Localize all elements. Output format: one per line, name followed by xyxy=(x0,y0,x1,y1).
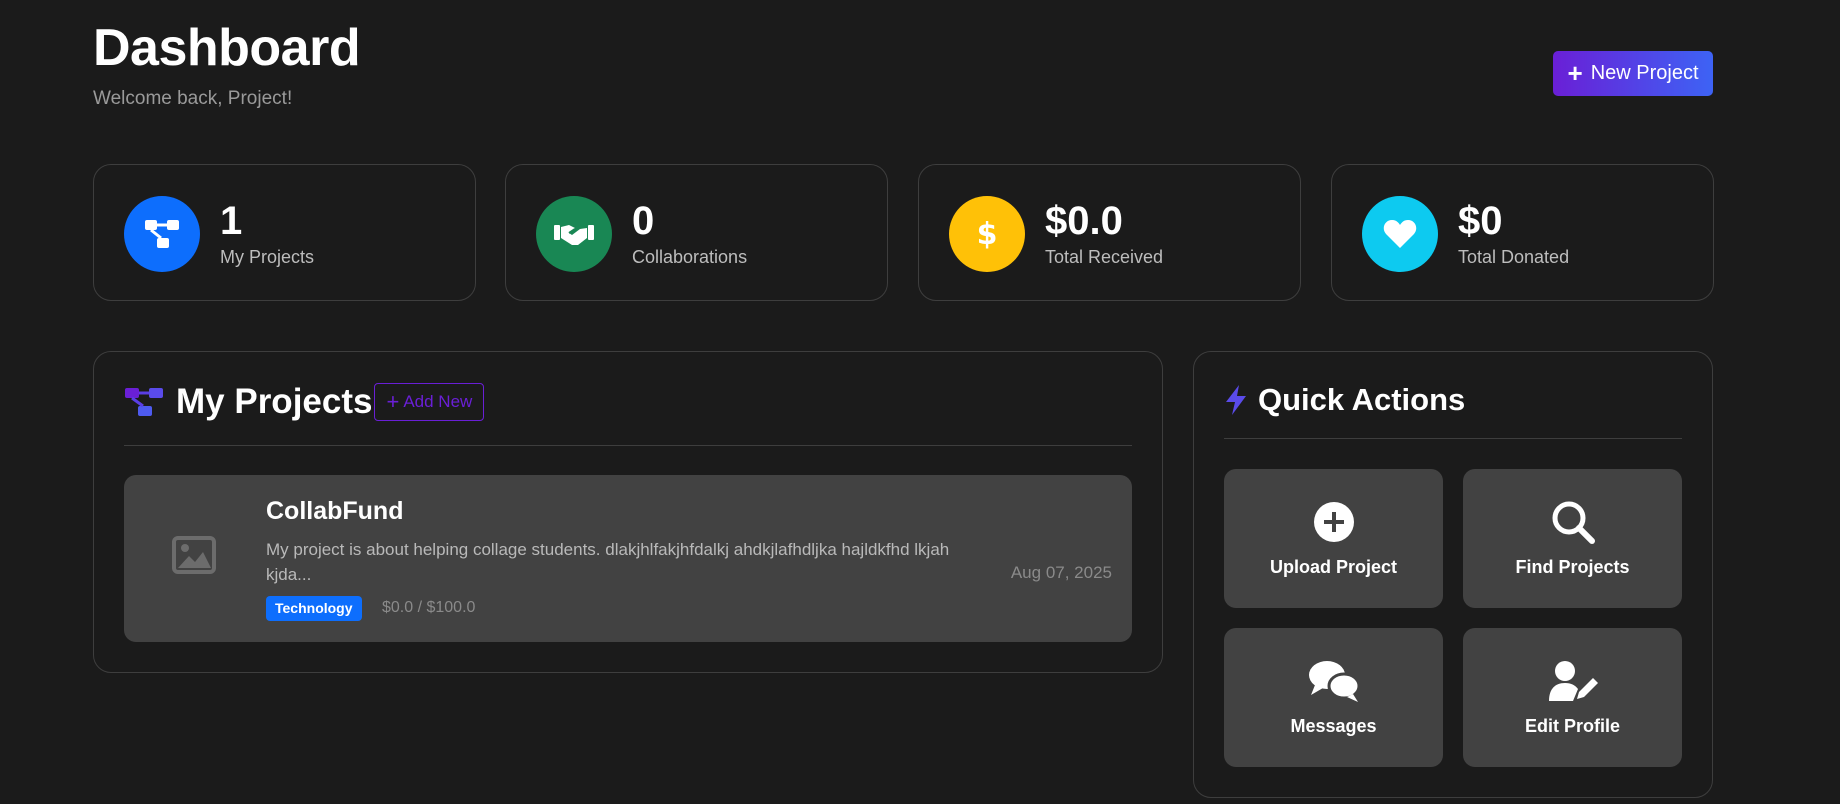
plus-icon: + xyxy=(386,389,400,414)
quick-actions-panel: Quick Actions Upload Project Find Projec… xyxy=(1193,351,1713,798)
action-label: Messages xyxy=(1290,716,1377,736)
my-projects-header: My Projects + Add New xyxy=(124,382,485,422)
stat-value: 0 xyxy=(632,199,655,243)
bolt-icon xyxy=(1224,384,1248,416)
image-placeholder-icon xyxy=(172,535,216,575)
edit-profile-button[interactable]: Edit Profile xyxy=(1463,628,1682,767)
page-header: Dashboard Welcome back, Project! + New P… xyxy=(93,0,1713,140)
add-new-button[interactable]: + Add New xyxy=(374,383,485,421)
action-label: Upload Project xyxy=(1269,557,1398,577)
messages-button[interactable]: Messages xyxy=(1224,628,1443,767)
stat-label: Total Received xyxy=(1045,247,1164,267)
comments-icon xyxy=(1307,658,1361,704)
handshake-icon xyxy=(536,196,612,272)
action-label: Find Projects xyxy=(1515,557,1630,577)
divider xyxy=(1224,438,1682,439)
new-project-label: New Project xyxy=(1590,62,1699,84)
welcome-message: Welcome back, Project! xyxy=(93,88,293,109)
quick-actions-title: Quick Actions xyxy=(1258,382,1466,417)
upload-project-button[interactable]: Upload Project xyxy=(1224,469,1443,608)
stat-card-total-received: $ $0.0 Total Received xyxy=(918,164,1301,301)
page-title: Dashboard xyxy=(93,19,361,77)
stat-card-total-donated: $0 Total Donated xyxy=(1331,164,1714,301)
search-icon xyxy=(1551,499,1595,545)
svg-text:$: $ xyxy=(977,217,998,252)
plus-icon: + xyxy=(1567,57,1583,88)
stat-label: My Projects xyxy=(220,247,315,267)
stat-card-collaborations: 0 Collaborations xyxy=(505,164,888,301)
project-diagram-icon xyxy=(124,196,200,272)
action-label: Edit Profile xyxy=(1524,716,1620,736)
stat-label: Total Donated xyxy=(1458,247,1570,267)
find-projects-button[interactable]: Find Projects xyxy=(1463,469,1682,608)
quick-actions-header: Quick Actions xyxy=(1224,382,1465,418)
plus-circle-icon xyxy=(1313,499,1355,545)
stat-value: $0 xyxy=(1458,199,1503,243)
dashboard-page: Dashboard Welcome back, Project! + New P… xyxy=(93,0,1714,798)
project-date: Aug 07, 2025 xyxy=(1010,563,1112,582)
project-card[interactable]: CollabFund My project is about helping c… xyxy=(124,475,1132,642)
stats-row: 1 My Projects 0 Collaborations $ $0.0 To… xyxy=(93,164,1714,301)
category-badge: Technology xyxy=(266,596,362,621)
stat-value: $0.0 xyxy=(1045,199,1123,243)
stat-label: Collaborations xyxy=(632,247,748,267)
project-funding: $0.0 / $100.0 xyxy=(382,599,476,616)
new-project-button[interactable]: + New Project xyxy=(1553,51,1713,96)
divider xyxy=(124,445,1132,446)
my-projects-title: My Projects xyxy=(176,382,373,421)
stat-card-my-projects: 1 My Projects xyxy=(93,164,476,301)
my-projects-panel: My Projects + Add New CollabFund My proj… xyxy=(93,351,1163,673)
project-description: My project is about helping collage stud… xyxy=(266,540,950,584)
heart-icon xyxy=(1362,196,1438,272)
project-name[interactable]: CollabFund xyxy=(266,497,403,526)
add-new-label: Add New xyxy=(403,392,473,411)
dollar-icon: $ xyxy=(949,196,1025,272)
project-diagram-icon xyxy=(124,385,164,419)
user-edit-icon xyxy=(1547,658,1599,704)
stat-value: 1 xyxy=(220,199,243,243)
